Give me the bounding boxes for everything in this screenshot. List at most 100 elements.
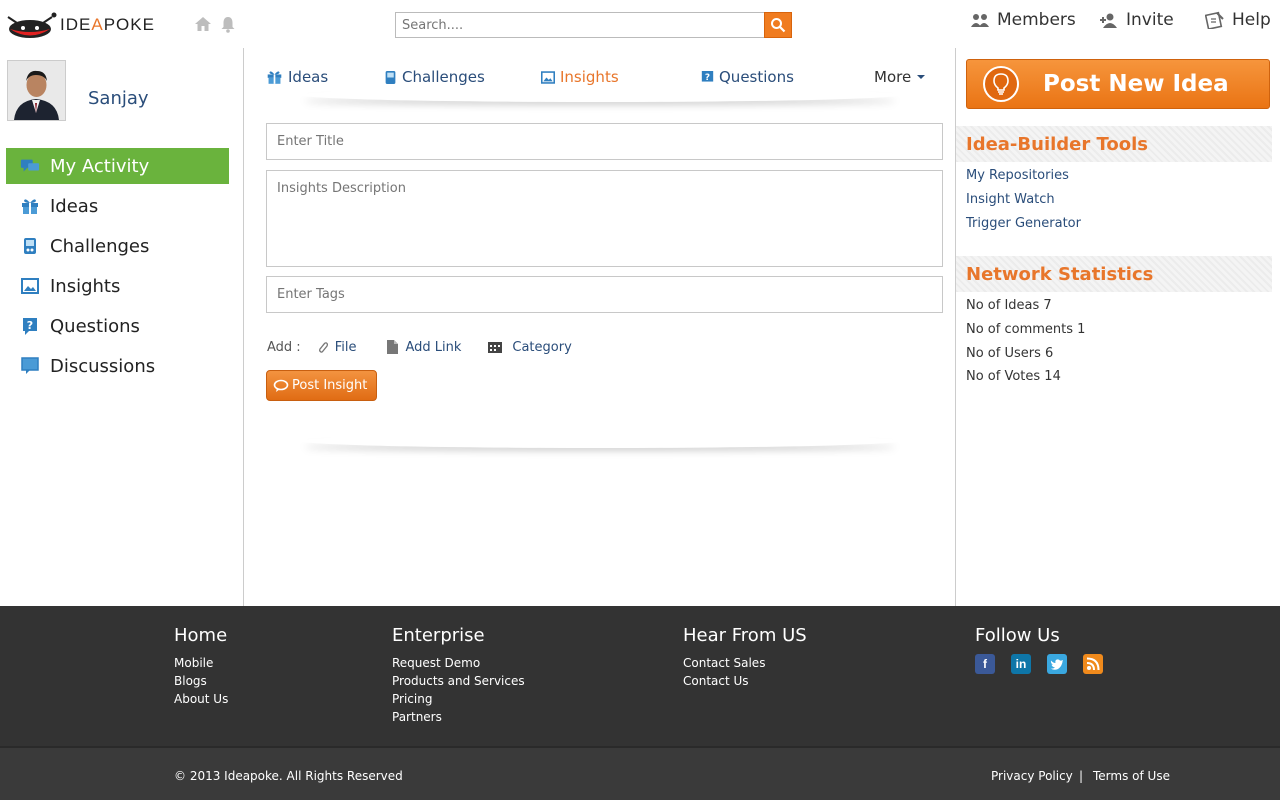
network-statistics-heading: Network Statistics [956,256,1272,292]
add-file-label: File [334,339,357,355]
invite-label: Invite [1126,10,1174,30]
image-icon [541,70,555,84]
logo-text-part: IDE [60,15,92,34]
post-insight-label: Post Insight [292,378,368,393]
ideapoke-logo[interactable]: IDEAPOKE [6,8,182,42]
user-photo-icon [8,61,65,120]
footer-heading-enterprise: Enterprise [392,625,485,646]
logo-text-part: POKE [103,15,155,34]
footer-link-about-us[interactable]: About Us [174,692,228,706]
footer-link-products-services[interactable]: Products and Services [392,674,525,688]
members-link[interactable]: Members [970,10,1076,30]
tool-link-insight-watch[interactable]: Insight Watch [966,192,1055,207]
logo-text-accent: A [91,15,104,34]
tab-more[interactable]: More [874,68,926,86]
sidebar-item-challenges[interactable]: Challenges [6,228,229,264]
footer-heading-home[interactable]: Home [174,625,227,646]
username[interactable]: Sanjay [88,88,149,109]
terms-of-use-link[interactable]: Terms of Use [1093,769,1170,783]
post-new-idea-label: Post New Idea [1043,71,1229,97]
activity-icon [20,157,40,175]
help-icon [1205,11,1224,29]
footer-heading-hear-from-us: Hear From US [683,625,807,646]
tab-challenges[interactable]: Challenges [384,68,485,86]
tab-ideas[interactable]: Ideas [266,68,328,86]
tool-link-trigger-generator[interactable]: Trigger Generator [966,216,1081,231]
sidebar-item-label: Insights [50,275,121,297]
sidebar-item-insights[interactable]: Insights [6,268,229,304]
facebook-icon[interactable]: f [975,654,995,674]
add-category-link[interactable]: Category [487,339,572,355]
stat-votes: No of Votes 14 [966,369,1061,384]
title-input[interactable] [266,123,943,160]
sidebar-item-discussions[interactable]: Discussions [6,348,229,384]
invite-link[interactable]: Invite [1099,10,1174,30]
category-icon [488,342,503,353]
sidebar-item-ideas[interactable]: Ideas [6,188,229,224]
question-icon: ? [701,70,714,82]
attachments-row: Add : File Add Link Category [267,337,572,357]
footer-heading-follow-us: Follow Us [975,625,1060,646]
add-label: Add : [267,339,301,355]
idea-builder-tools-heading: Idea-Builder Tools [956,126,1272,162]
add-link-label: Add Link [405,339,462,355]
footer-link-mobile[interactable]: Mobile [174,656,213,670]
sidebar-item-my-activity[interactable]: My Activity [6,148,229,184]
post-new-idea-button[interactable]: Post New Idea [966,59,1270,109]
legal-separator: | [1079,769,1084,783]
bell-icon[interactable] [218,14,238,34]
tab-insights[interactable]: Insights [541,68,619,86]
sidebar-item-label: Ideas [50,195,99,217]
twitter-icon[interactable] [1047,654,1067,674]
sidebar-item-label: Challenges [50,235,150,257]
sidebar-item-questions[interactable]: ? Questions [6,308,229,344]
lightbulb-icon [983,66,1019,102]
add-link-link[interactable]: Add Link [386,339,461,355]
top-header: IDEAPOKE Members Invite Help [0,0,1280,48]
tab-label: Questions [719,68,794,86]
rss-icon[interactable] [1083,654,1103,674]
footer-link-partners[interactable]: Partners [392,710,442,724]
avatar[interactable] [7,60,66,121]
gamepad-icon [20,237,40,255]
help-link[interactable]: Help [1205,10,1271,30]
logo-mark-icon [7,12,57,38]
gift-icon [20,197,40,215]
stat-comments: No of comments 1 [966,322,1086,337]
privacy-policy-link[interactable]: Privacy Policy [991,769,1073,783]
document-icon [387,340,399,354]
post-insight-button[interactable]: Post Insight [266,370,377,401]
footer-link-request-demo[interactable]: Request Demo [392,656,480,670]
invite-icon [1100,13,1117,28]
tags-input[interactable] [266,276,943,313]
tool-link-my-repositories[interactable]: My Repositories [966,168,1069,183]
home-icon[interactable] [193,14,213,34]
tab-label: More [874,68,912,86]
question-icon: ? [20,317,40,335]
stat-users: No of Users 6 [966,346,1054,361]
search-button[interactable] [764,12,792,38]
stat-ideas: No of Ideas 7 [966,298,1052,313]
form-divider [300,434,900,448]
add-category-label: Category [512,339,572,355]
footer-link-pricing[interactable]: Pricing [392,692,432,706]
logo-text: IDEAPOKE [60,15,155,35]
linkedin-icon[interactable]: in [1011,654,1031,674]
search-icon [771,18,786,33]
tab-questions[interactable]: ? Questions [701,68,794,86]
sidebar-item-label: Discussions [50,355,156,377]
paperclip-icon [318,342,328,353]
tabs-divider [300,88,900,102]
description-textarea[interactable] [266,170,943,267]
footer-link-contact-sales[interactable]: Contact Sales [683,656,765,670]
tab-label: Insights [560,68,619,86]
search-input[interactable] [395,12,765,38]
image-icon [20,277,40,295]
members-icon [971,14,989,27]
footer-link-blogs[interactable]: Blogs [174,674,207,688]
add-file-link[interactable]: File [317,339,357,355]
svg-text:?: ? [705,72,710,82]
footer-link-contact-us[interactable]: Contact Us [683,674,749,688]
help-label: Help [1232,10,1271,30]
members-label: Members [997,10,1076,30]
